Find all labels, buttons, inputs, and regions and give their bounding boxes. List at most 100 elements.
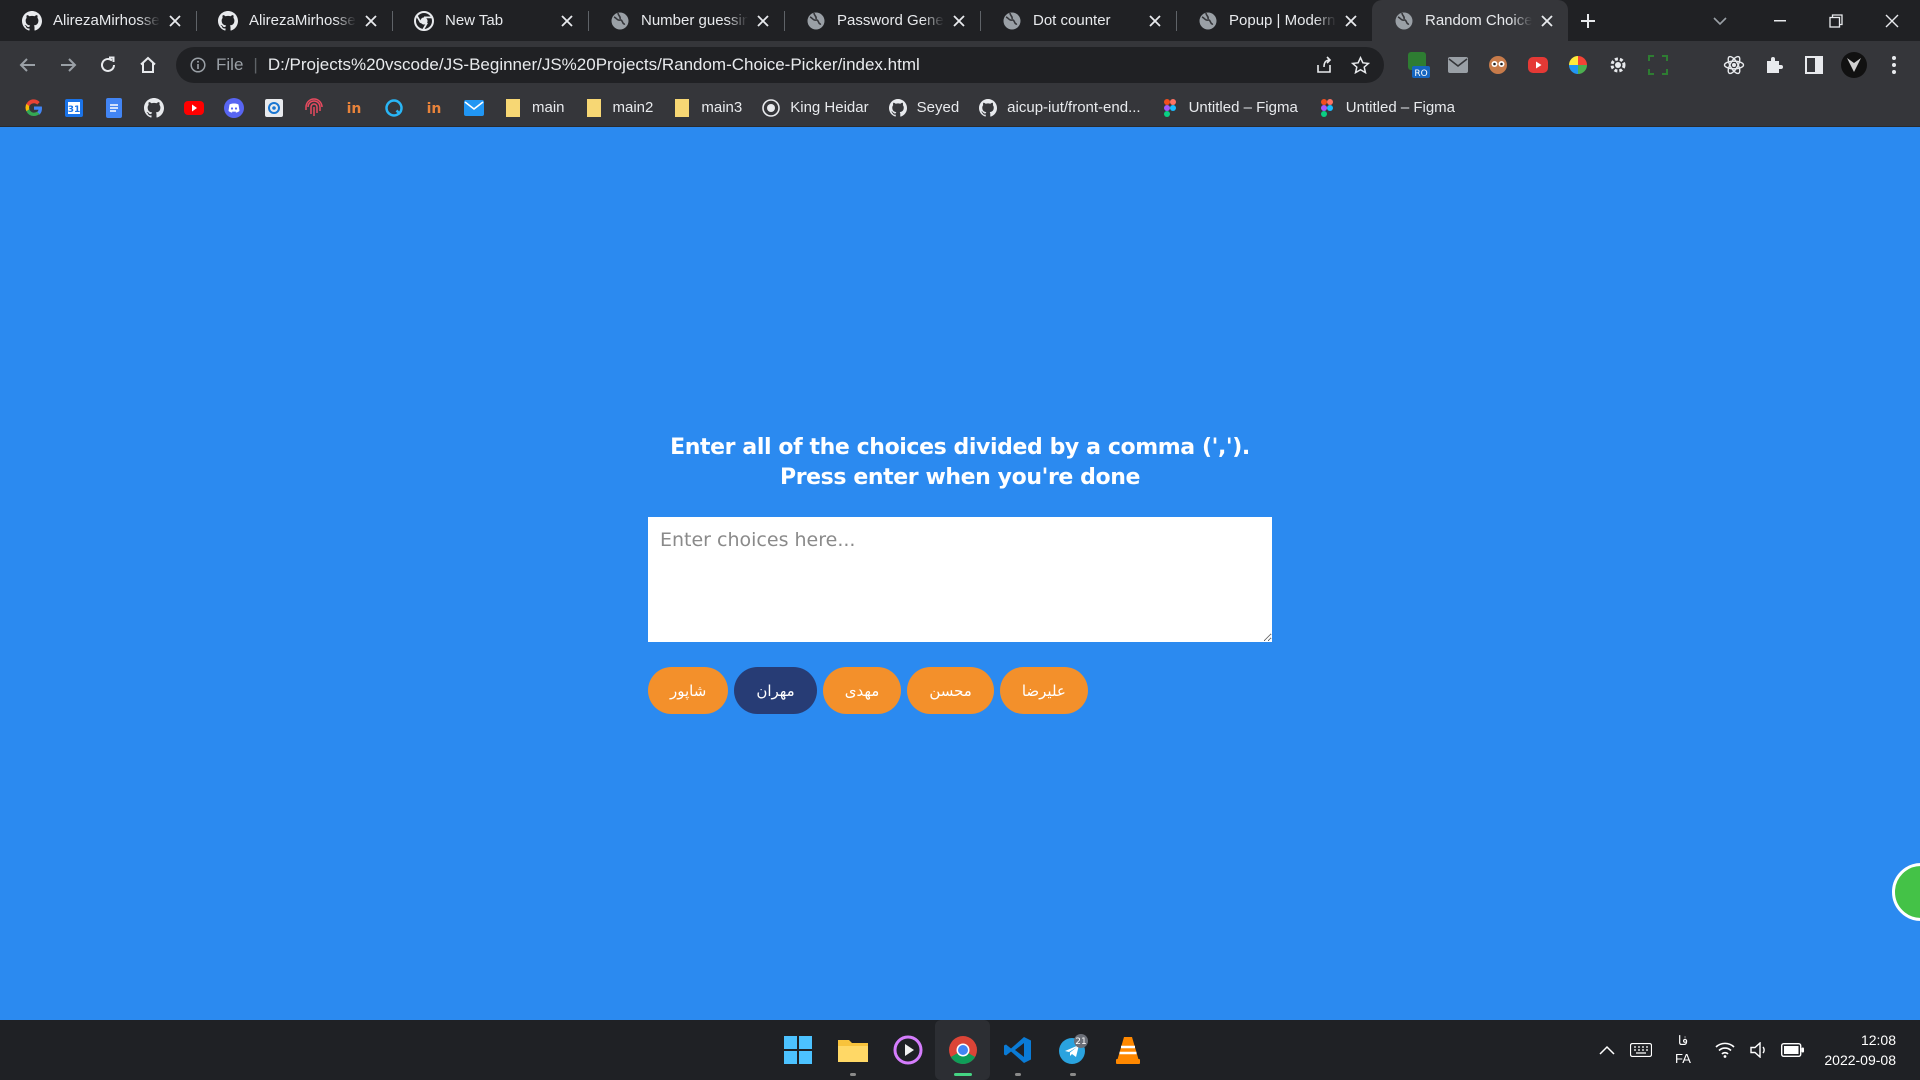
- globe-icon: [1394, 11, 1414, 31]
- battery-icon[interactable]: [1776, 1030, 1810, 1070]
- globe-icon: [806, 11, 826, 31]
- puzzle-icon[interactable]: [1754, 45, 1794, 85]
- close-icon[interactable]: [1146, 12, 1164, 30]
- avatar[interactable]: [1834, 45, 1874, 85]
- close-icon[interactable]: [950, 12, 968, 30]
- bookmarks-bar: 31 in in main main2 main3 King Heidar Se…: [0, 89, 1920, 127]
- running-indicator-active: [953, 1073, 972, 1076]
- media-player-icon[interactable]: [880, 1020, 935, 1080]
- vscode-icon[interactable]: [990, 1020, 1045, 1080]
- fingerprint-icon[interactable]: [294, 93, 334, 123]
- floating-widget-button[interactable]: [1892, 863, 1920, 921]
- tab-title: Random Choice P: [1425, 12, 1532, 29]
- new-tab-button[interactable]: [1568, 0, 1608, 41]
- circle-q-icon[interactable]: [374, 93, 414, 123]
- reload-button[interactable]: [88, 45, 128, 85]
- page-heading: Enter all of the choices divided by a co…: [648, 433, 1272, 493]
- choice-tag: شاپور: [648, 667, 729, 714]
- close-icon[interactable]: [558, 12, 576, 30]
- extensions-area: RO: [1398, 41, 1914, 89]
- clock[interactable]: 12:08 2022-09-08: [1810, 1030, 1920, 1070]
- color-wheel-extension-icon[interactable]: [1558, 45, 1598, 85]
- github-icon[interactable]: [134, 93, 174, 123]
- owl-extension-icon[interactable]: [1478, 45, 1518, 85]
- wifi-icon[interactable]: [1708, 1030, 1742, 1070]
- info-icon[interactable]: [190, 57, 206, 73]
- minimize-icon: [1774, 19, 1786, 21]
- in-icon[interactable]: in: [334, 93, 374, 123]
- language-code: FA: [1675, 1051, 1691, 1066]
- choice-tag: علیرضا: [999, 667, 1088, 714]
- close-icon[interactable]: [1538, 12, 1556, 30]
- restore-button[interactable]: [1808, 0, 1864, 41]
- docs-icon[interactable]: [94, 93, 134, 123]
- tab[interactable]: Number guessing: [588, 0, 784, 41]
- vlc-icon[interactable]: [1100, 1020, 1155, 1080]
- tab-title: Password Genera: [837, 12, 944, 29]
- screenshot-extension-icon[interactable]: [1638, 45, 1678, 85]
- tab[interactable]: AlirezaMirhossein: [0, 0, 196, 41]
- bookmark-item[interactable]: main: [494, 93, 575, 123]
- tab[interactable]: Password Genera: [784, 0, 980, 41]
- tab[interactable]: AlirezaMirhossein: [196, 0, 392, 41]
- star-icon[interactable]: [1351, 55, 1370, 75]
- minimize-button[interactable]: [1752, 0, 1808, 41]
- side-panel-icon[interactable]: [1794, 45, 1834, 85]
- forward-button[interactable]: [48, 45, 88, 85]
- bookmark-item[interactable]: Untitled – Figma: [1151, 93, 1308, 123]
- react-devtools-icon[interactable]: [1714, 45, 1754, 85]
- address-bar[interactable]: File | D:/Projects%20vscode/JS-Beginner/…: [176, 47, 1384, 83]
- bookmark-item[interactable]: main2: [575, 93, 664, 123]
- bookmark-item[interactable]: King Heidar: [752, 93, 878, 123]
- chevron-up-icon[interactable]: [1590, 1030, 1624, 1070]
- close-icon[interactable]: [1342, 12, 1360, 30]
- clock-date: 2022-09-08: [1824, 1052, 1896, 1068]
- youtube-icon[interactable]: [174, 93, 214, 123]
- bookmark-item[interactable]: Untitled – Figma: [1308, 93, 1465, 123]
- bookmark-item[interactable]: aicup-iut/front-end...: [969, 93, 1150, 123]
- keyboard-icon[interactable]: [1624, 1030, 1658, 1070]
- google-icon[interactable]: [14, 93, 54, 123]
- youtube-extension-icon[interactable]: [1518, 45, 1558, 85]
- mail-extension-icon[interactable]: [1438, 45, 1478, 85]
- tab-search-button[interactable]: [1700, 0, 1740, 41]
- calendar-icon[interactable]: 31: [54, 93, 94, 123]
- discord-icon[interactable]: [214, 93, 254, 123]
- bookmark-item[interactable]: main3: [663, 93, 752, 123]
- url-text[interactable]: D:/Projects%20vscode/JS-Beginner/JS%20Pr…: [268, 55, 920, 75]
- volume-icon[interactable]: [1742, 1030, 1776, 1070]
- chrome-icon[interactable]: [935, 1020, 990, 1080]
- bookmark-item[interactable]: Seyed: [879, 93, 970, 123]
- gear-icon[interactable]: [1598, 45, 1638, 85]
- globe-icon: [610, 11, 630, 31]
- tab-active[interactable]: Random Choice P: [1372, 0, 1568, 41]
- home-button[interactable]: [128, 45, 168, 85]
- choices-textarea[interactable]: [648, 517, 1272, 642]
- share-icon[interactable]: [1315, 56, 1333, 74]
- close-window-button[interactable]: [1864, 0, 1920, 41]
- app-icon[interactable]: [254, 93, 294, 123]
- globe-icon: [1198, 11, 1218, 31]
- tab-title: Popup | Modern: [1229, 12, 1336, 29]
- close-icon[interactable]: [754, 12, 772, 30]
- tags-container: علیرضا محسن مهدی مهران شاپور: [648, 667, 1272, 714]
- heading-line-1: Enter all of the choices divided by a co…: [670, 435, 1250, 460]
- telegram-icon[interactable]: 21: [1045, 1020, 1100, 1080]
- tab-title: AlirezaMirhossein: [53, 12, 160, 29]
- file-explorer-icon[interactable]: [825, 1020, 880, 1080]
- close-icon[interactable]: [166, 12, 184, 30]
- in-icon[interactable]: in: [414, 93, 454, 123]
- ro-badge: RO: [1414, 69, 1427, 78]
- folder-icon: [504, 98, 522, 117]
- mail-icon[interactable]: [454, 93, 494, 123]
- windows-start-icon[interactable]: [770, 1020, 825, 1080]
- ro-extension-icon[interactable]: RO: [1398, 45, 1438, 85]
- tab[interactable]: Popup | Modern: [1176, 0, 1372, 41]
- tab[interactable]: Dot counter: [980, 0, 1176, 41]
- back-button[interactable]: [8, 45, 48, 85]
- close-icon[interactable]: [362, 12, 380, 30]
- tab[interactable]: New Tab: [392, 0, 588, 41]
- tab-title: AlirezaMirhossein: [249, 12, 356, 29]
- language-indicator[interactable]: فا FA: [1658, 1032, 1708, 1068]
- menu-icon[interactable]: [1874, 45, 1914, 85]
